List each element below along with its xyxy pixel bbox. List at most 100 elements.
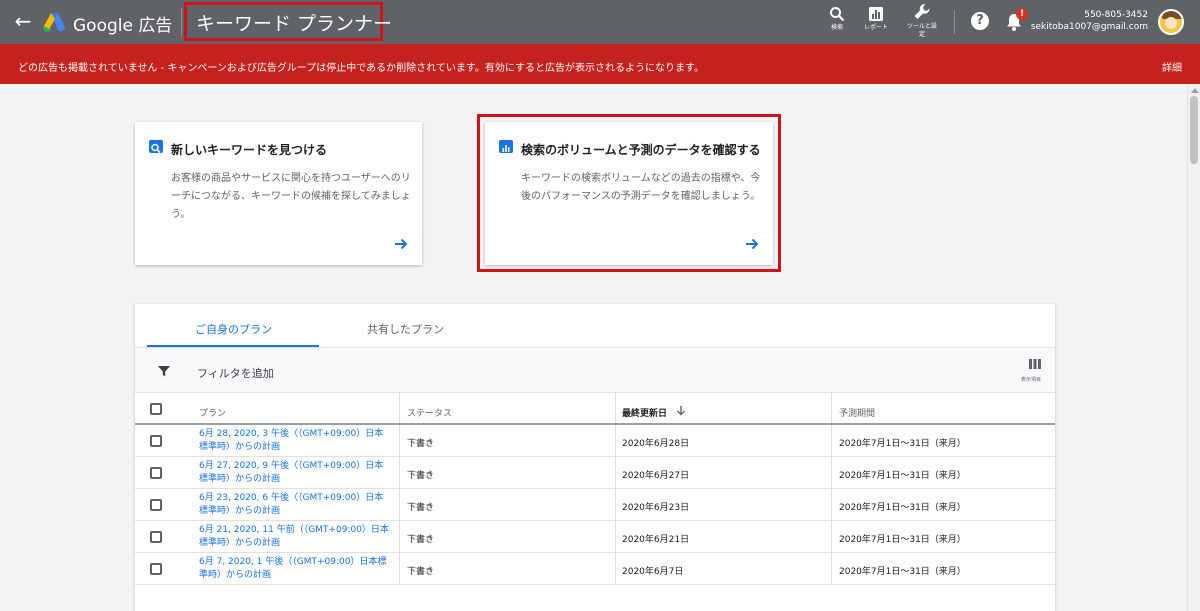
account-email[interactable]: sekitoba1007@gmail.com bbox=[1031, 22, 1148, 32]
plan-last-updated: 2020年6月23日 bbox=[622, 503, 690, 513]
header-divider-right bbox=[954, 10, 955, 34]
alert-message: どの広告も掲載されていません - キャンペーンおよび広告グループは停止中であるか… bbox=[18, 63, 704, 74]
row-checkbox[interactable] bbox=[150, 467, 162, 479]
column-divider bbox=[399, 553, 400, 584]
column-divider bbox=[615, 521, 616, 552]
arrow-forward-icon[interactable] bbox=[743, 235, 761, 253]
scroll-thumb[interactable] bbox=[1190, 96, 1198, 164]
avatar[interactable] bbox=[1158, 9, 1184, 35]
column-divider bbox=[831, 553, 832, 584]
reports-tool-label: レポート bbox=[863, 24, 888, 31]
arrow-forward-icon[interactable] bbox=[392, 235, 410, 253]
search-tool-button[interactable]: 検索 bbox=[817, 6, 857, 32]
plan-last-updated: 2020年6月21日 bbox=[622, 535, 690, 545]
plan-forecast-period: 2020年7月1日～31日（来月） bbox=[839, 535, 966, 545]
plan-status: 下書き bbox=[407, 439, 435, 449]
add-filter-button[interactable]: フィルタを追加 bbox=[197, 365, 274, 381]
column-divider bbox=[615, 457, 616, 488]
alert-details-link[interactable]: 詳細 bbox=[1162, 59, 1182, 74]
plans-panel: ご自身のプラン 共有したプラン フィルタを追加 表示項目 プラン ステータス 最… bbox=[135, 304, 1055, 611]
header-divider bbox=[181, 8, 182, 36]
reports-tool-button[interactable]: レポート bbox=[856, 6, 896, 32]
reports-icon bbox=[869, 7, 883, 21]
page-title: キーワード プランナー bbox=[196, 13, 393, 35]
plan-forecast-period: 2020年7月1日～31日（来月） bbox=[839, 439, 966, 449]
column-divider bbox=[615, 425, 616, 456]
tab-own-plans[interactable]: ご自身のプラン bbox=[195, 321, 272, 337]
column-header-forecast-period[interactable]: 予測期間 bbox=[839, 406, 875, 419]
bar-chart-icon bbox=[499, 140, 513, 153]
plan-forecast-period: 2020年7月1日～31日（来月） bbox=[839, 503, 966, 513]
column-header-plan[interactable]: プラン bbox=[199, 406, 226, 419]
forecast-data-card[interactable]: 検索のボリュームと予測のデータを確認する キーワードの検索ボリュームなどの過去の… bbox=[485, 122, 773, 265]
wrench-icon bbox=[914, 3, 930, 19]
account-id[interactable]: 550-805-3452 bbox=[1084, 10, 1148, 20]
plan-name-link[interactable]: 6月 23, 2020, 6 午後（（GMT+09:00）日本標準時）からの計画 bbox=[199, 492, 389, 518]
column-divider bbox=[399, 521, 400, 552]
scroll-up-arrow-icon[interactable] bbox=[1191, 88, 1199, 93]
tools-settings-label: ツールと設定 bbox=[906, 23, 937, 38]
card-description: キーワードの検索ボリュームなどの過去の指標や、今後のパフォーマンスの予測データを… bbox=[521, 173, 761, 202]
brand-name: Google 広告 bbox=[73, 16, 173, 36]
card-title: 検索のボリュームと予測のデータを確認する bbox=[521, 143, 761, 157]
find-keywords-card[interactable]: 新しいキーワードを見つける お客様の商品やサービスに関心を持つユーザーへのリーチ… bbox=[135, 122, 422, 265]
column-divider bbox=[831, 489, 832, 520]
plan-name-link[interactable]: 6月 27, 2020, 9 午後（（GMT+09:00）日本標準時）からの計画 bbox=[199, 460, 389, 486]
plan-status: 下書き bbox=[407, 567, 435, 577]
table-row[interactable]: 6月 21, 2020, 11 午前（（GMT+09:00）日本標準時）からの計… bbox=[135, 521, 1055, 553]
column-divider bbox=[831, 457, 832, 488]
column-divider bbox=[615, 553, 616, 584]
row-checkbox[interactable] bbox=[150, 531, 162, 543]
table-row[interactable]: 6月 7, 2020, 1 午後（（GMT+09:00）日本標準時）からの計画 … bbox=[135, 553, 1055, 585]
plan-forecast-period: 2020年7月1日～31日（来月） bbox=[839, 471, 966, 481]
table-row[interactable]: 6月 27, 2020, 9 午後（（GMT+09:00）日本標準時）からの計画… bbox=[135, 457, 1055, 489]
plan-name-link[interactable]: 6月 28, 2020, 3 午後（（GMT+09:00）日本標準時）からの計画 bbox=[199, 428, 389, 454]
column-divider bbox=[615, 489, 616, 520]
column-header-last-updated[interactable]: 最終更新日 bbox=[622, 406, 667, 419]
column-divider bbox=[831, 521, 832, 552]
card-description: お客様の商品やサービスに関心を持つユーザーへのリーチにつながる、キーワードの候補… bbox=[171, 173, 411, 220]
column-divider bbox=[831, 425, 832, 456]
help-icon[interactable]: ? bbox=[971, 12, 989, 30]
select-all-checkbox[interactable] bbox=[150, 403, 162, 415]
column-divider bbox=[615, 393, 616, 423]
search-icon bbox=[830, 7, 845, 22]
plan-status: 下書き bbox=[407, 503, 435, 513]
search-tool-label: 検索 bbox=[830, 24, 843, 31]
avatar-face bbox=[1165, 17, 1177, 29]
alert-banner: どの広告も掲載されていません - キャンペーンおよび広告グループは停止中であるか… bbox=[0, 44, 1200, 84]
plan-last-updated: 2020年6月27日 bbox=[622, 471, 690, 481]
table-row[interactable]: 6月 28, 2020, 3 午後（（GMT+09:00）日本標準時）からの計画… bbox=[135, 425, 1055, 457]
tab-shared-plans[interactable]: 共有したプラン bbox=[367, 321, 444, 337]
plan-last-updated: 2020年6月7日 bbox=[622, 567, 684, 577]
row-checkbox[interactable] bbox=[150, 435, 162, 447]
page-scrollbar[interactable] bbox=[1187, 84, 1200, 611]
column-divider bbox=[831, 393, 832, 423]
plan-status: 下書き bbox=[407, 471, 435, 481]
row-checkbox[interactable] bbox=[150, 499, 162, 511]
plan-forecast-period: 2020年7月1日～31日（来月） bbox=[839, 567, 966, 577]
plan-name-link[interactable]: 6月 7, 2020, 1 午後（（GMT+09:00）日本標準時）からの計画 bbox=[199, 556, 389, 582]
row-checkbox[interactable] bbox=[150, 563, 162, 575]
column-divider bbox=[399, 393, 400, 423]
google-ads-logo bbox=[43, 13, 66, 32]
plan-last-updated: 2020年6月28日 bbox=[622, 439, 690, 449]
columns-icon[interactable] bbox=[1029, 358, 1041, 370]
filter-bar: フィルタを追加 表示項目 bbox=[135, 347, 1055, 392]
filter-icon[interactable] bbox=[157, 364, 171, 378]
column-divider bbox=[399, 425, 400, 456]
table-row[interactable]: 6月 23, 2020, 6 午後（（GMT+09:00）日本標準時）からの計画… bbox=[135, 489, 1055, 521]
top-bar: ← Google 広告 キーワード プランナー 検索 レポート ツールと設定 ? bbox=[0, 0, 1200, 44]
table-header: プラン ステータス 最終更新日 予測期間 bbox=[135, 392, 1055, 425]
column-header-status[interactable]: ステータス bbox=[407, 406, 452, 419]
notification-badge: ! bbox=[1016, 8, 1028, 20]
plan-name-link[interactable]: 6月 21, 2020, 11 午前（（GMT+09:00）日本標準時）からの計… bbox=[199, 524, 389, 550]
sort-descending-icon[interactable] bbox=[676, 405, 686, 416]
arrow-back-icon[interactable]: ← bbox=[12, 10, 34, 32]
tools-settings-button[interactable]: ツールと設定 bbox=[901, 3, 943, 39]
card-title: 新しいキーワードを見つける bbox=[171, 143, 328, 157]
column-divider bbox=[399, 457, 400, 488]
plan-status: 下書き bbox=[407, 535, 435, 545]
column-divider bbox=[399, 489, 400, 520]
columns-label: 表示項目 bbox=[1021, 377, 1042, 383]
